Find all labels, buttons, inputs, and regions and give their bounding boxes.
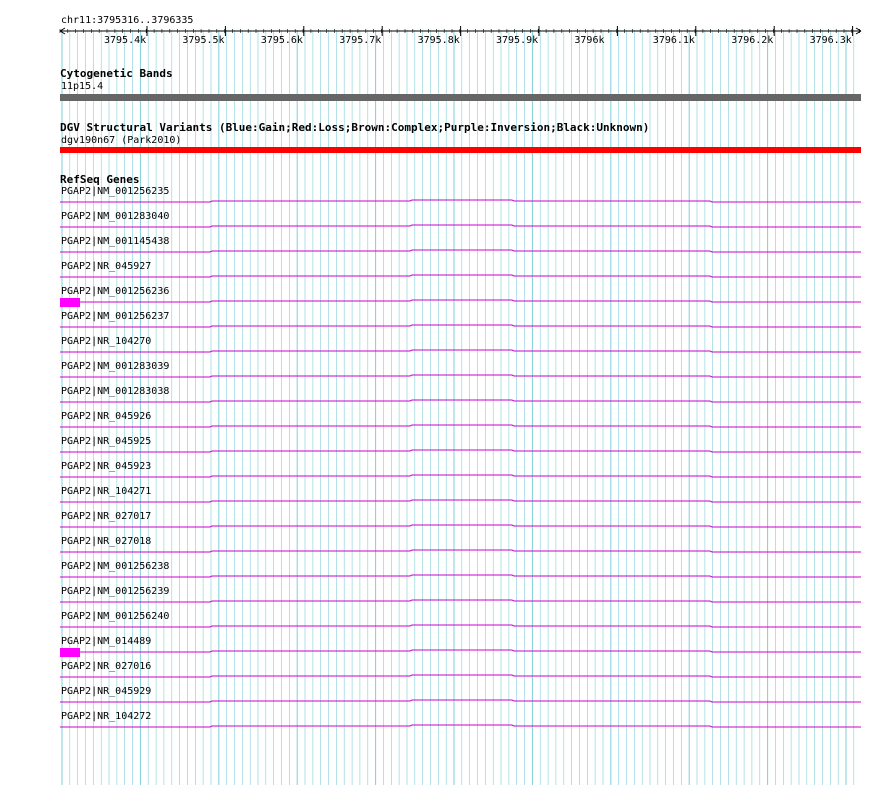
ruler-range-label: chr11:3795316..3796335	[61, 15, 194, 26]
gene-intron-line	[60, 299, 861, 303]
refseq-track-title[interactable]: RefSeq Genes	[60, 174, 139, 186]
gene-intron-line	[60, 274, 861, 278]
gene-label[interactable]: PGAP2|NR_027017	[61, 511, 151, 522]
cytoband-label: 11p15.4	[61, 81, 104, 92]
gene-label[interactable]: PGAP2|NM_001256235	[61, 186, 169, 197]
gene-intron-line	[60, 199, 861, 203]
gene-label[interactable]: PGAP2|NM_001256237	[61, 311, 169, 322]
genome-browser-view: chr11:3795316..3796335 3795.4k 3795.5k 379…	[0, 0, 890, 785]
gene-intron-line	[60, 249, 861, 253]
gene-label[interactable]: PGAP2|NR_045926	[61, 411, 151, 422]
gene-label[interactable]: PGAP2|NR_045923	[61, 461, 151, 472]
gene-label[interactable]: PGAP2|NR_027018	[61, 536, 151, 547]
ruler-tick-label: 3795.9k	[496, 35, 539, 46]
ruler-tick-label: 3795.7k	[339, 35, 382, 46]
gene-exon-block	[60, 298, 80, 307]
gene-label[interactable]: PGAP2|NR_045925	[61, 436, 151, 447]
gene-intron-line	[60, 674, 861, 678]
ruler-tick-label: 3796.3k	[809, 35, 852, 46]
ruler-tick-label: 3795.5k	[182, 35, 225, 46]
gene-intron-line	[60, 399, 861, 403]
gene-intron-line	[60, 349, 861, 353]
gene-label[interactable]: PGAP2|NR_104272	[61, 711, 151, 722]
gene-label[interactable]: PGAP2|NR_045929	[61, 686, 151, 697]
gene-intron-line	[60, 224, 861, 228]
gene-intron-line	[60, 374, 861, 378]
gene-intron-line	[60, 324, 861, 328]
ruler-tick-label: 3795.8k	[417, 35, 460, 46]
gene-intron-line	[60, 574, 861, 578]
ruler-tick-label: 3795.6k	[260, 35, 303, 46]
gene-label[interactable]: PGAP2|NM_001283040	[61, 211, 169, 222]
gene-intron-line	[60, 524, 861, 528]
gene-label[interactable]: PGAP2|NM_001256239	[61, 586, 169, 597]
gene-label[interactable]: PGAP2|NM_014489	[61, 636, 151, 647]
gene-intron-line	[60, 424, 861, 428]
gene-label[interactable]: PGAP2|NM_001256236	[61, 286, 169, 297]
ruler-tick-label: 3795.4k	[104, 35, 147, 46]
ruler-tick-label: 3796.1k	[652, 35, 695, 46]
gene-intron-line	[60, 724, 861, 728]
gene-label[interactable]: PGAP2|NM_001283039	[61, 361, 169, 372]
gene-label[interactable]: PGAP2|NM_001256240	[61, 611, 169, 622]
dgv-feature-label: dgv190n67 (Park2010)	[61, 135, 182, 146]
gene-intron-line	[60, 649, 861, 653]
ruler-tick-label: 3796.2k	[731, 35, 774, 46]
gene-intron-line	[60, 449, 861, 453]
gene-label[interactable]: PGAP2|NM_001256238	[61, 561, 169, 572]
gene-intron-line	[60, 599, 861, 603]
ruler-tick-label: 3796k	[574, 35, 605, 46]
cytoband-bar	[60, 94, 861, 101]
gene-intron-line	[60, 699, 861, 703]
gene-intron-line	[60, 624, 861, 628]
gene-label[interactable]: PGAP2|NR_045927	[61, 261, 151, 272]
gene-intron-line	[60, 549, 861, 553]
gene-exon-block	[60, 648, 80, 657]
gene-intron-line	[60, 474, 861, 478]
cytoband-track-title[interactable]: Cytogenetic Bands	[60, 68, 173, 80]
dgv-track-title[interactable]: DGV Structural Variants (Blue:Gain;Red:L…	[60, 122, 649, 134]
gene-intron-line	[60, 499, 861, 503]
gene-label[interactable]: PGAP2|NR_027016	[61, 661, 151, 672]
gene-label[interactable]: PGAP2|NM_001145438	[61, 236, 169, 247]
gene-label[interactable]: PGAP2|NM_001283038	[61, 386, 169, 397]
gene-label[interactable]: PGAP2|NR_104271	[61, 486, 151, 497]
dgv-variant-bar	[60, 147, 861, 153]
gene-label[interactable]: PGAP2|NR_104270	[61, 336, 151, 347]
